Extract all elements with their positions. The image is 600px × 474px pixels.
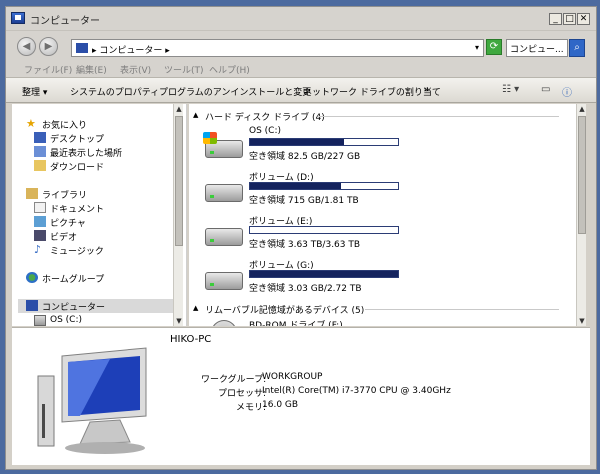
content-pane: ▲ ハード ディスク ドライブ (4) OS (C:) 空き領域 82.5 GB… bbox=[189, 104, 583, 326]
usage-bar bbox=[249, 138, 399, 146]
navigation-pane: ★ お気に入り デスクトップ 最近表示した場所 ダウンロード ライブラリ ドキュ… bbox=[12, 104, 187, 326]
usage-fill bbox=[250, 139, 345, 145]
workgroup-value: WORKGROUP bbox=[262, 372, 323, 382]
view-options-icon[interactable]: ☷ ▾ bbox=[502, 84, 519, 95]
processor-value: Intel(R) Core(TM) i7-3770 CPU @ 3.40GHz bbox=[262, 386, 451, 396]
sidebar-item-computer[interactable]: コンピューター bbox=[18, 299, 176, 313]
system-properties-button[interactable]: システムのプロパティ bbox=[70, 85, 159, 98]
content-scrollbar[interactable]: ▲ ▼ bbox=[576, 104, 586, 326]
collapse-icon[interactable]: ▲ bbox=[193, 111, 198, 119]
forward-button[interactable]: ▶ bbox=[39, 37, 58, 56]
refresh-button[interactable]: ⟳ bbox=[486, 39, 502, 55]
explorer-window: コンピューター _ □ ✕ ◀ ▶ ▸ コンピューター ▸ ▾ ⟳ コンピュー.… bbox=[5, 6, 597, 470]
drive-item[interactable]: ボリューム (G:) 空き領域 3.03 GB/2.72 TB bbox=[199, 258, 579, 302]
back-button[interactable]: ◀ bbox=[17, 37, 36, 56]
hard-drive-icon bbox=[205, 184, 243, 202]
search-input[interactable]: コンピュー... bbox=[506, 39, 568, 57]
organize-button[interactable]: 整理 ▾ bbox=[22, 85, 47, 98]
scroll-down-icon[interactable]: ▼ bbox=[174, 316, 184, 326]
hard-drive-icon bbox=[205, 272, 243, 290]
help-icon[interactable]: ⓘ bbox=[562, 84, 572, 99]
navigation-bar: ◀ ▶ ▸ コンピューター ▸ ▾ ⟳ コンピュー... ⌕ bbox=[6, 31, 596, 61]
menu-view[interactable]: 表示(V) bbox=[120, 63, 151, 76]
minimize-button[interactable]: _ bbox=[549, 13, 562, 25]
sidebar-scrollbar[interactable]: ▲ ▼ bbox=[173, 104, 183, 326]
collapse-icon[interactable]: ▲ bbox=[193, 304, 198, 312]
menu-edit[interactable]: 編集(E) bbox=[76, 63, 107, 76]
hard-drive-icon bbox=[34, 315, 46, 326]
pictures-icon bbox=[34, 216, 46, 227]
drive-item[interactable]: ボリューム (E:) 空き領域 3.63 TB/3.63 TB bbox=[199, 214, 579, 258]
drive-item[interactable]: ボリューム (D:) 空き領域 715 GB/1.81 TB bbox=[199, 170, 579, 214]
drive-item[interactable]: OS (C:) 空き領域 82.5 GB/227 GB bbox=[199, 126, 579, 170]
documents-icon bbox=[34, 202, 46, 213]
more-commands-button[interactable]: » bbox=[424, 85, 430, 95]
processor-label: プロセッサ: bbox=[218, 389, 267, 399]
windows-logo-icon bbox=[203, 132, 217, 144]
library-icon bbox=[26, 188, 38, 199]
computer-icon bbox=[26, 300, 38, 311]
divider bbox=[319, 116, 559, 117]
computer-icon bbox=[11, 12, 25, 24]
workgroup-label: ワークグループ: bbox=[201, 375, 267, 385]
divider bbox=[365, 309, 559, 310]
scroll-thumb[interactable] bbox=[175, 116, 183, 246]
search-icon[interactable]: ⌕ bbox=[569, 39, 585, 57]
details-pane: HIKO-PC ワークグループ: WORKGROUP プロセッサ: Intel(… bbox=[12, 327, 590, 465]
scroll-down-icon[interactable]: ▼ bbox=[577, 316, 587, 326]
desktop-icon bbox=[34, 132, 46, 143]
star-icon: ★ bbox=[26, 117, 36, 130]
homegroup-icon bbox=[26, 272, 38, 283]
address-dropdown-icon[interactable]: ▾ bbox=[475, 43, 479, 52]
address-bar[interactable]: ▸ コンピューター ▸ ▾ bbox=[71, 39, 484, 57]
map-network-drive-button[interactable]: ネットワーク ドライブの割り当て bbox=[303, 85, 441, 98]
window-title: コンピューター bbox=[30, 16, 100, 27]
usage-fill bbox=[250, 183, 341, 189]
preview-pane-icon[interactable]: ▭ bbox=[541, 84, 550, 95]
scroll-thumb[interactable] bbox=[578, 116, 586, 234]
menu-file[interactable]: ファイル(F) bbox=[24, 63, 72, 76]
computer-icon bbox=[76, 43, 88, 53]
usage-bar bbox=[249, 270, 399, 278]
hard-drive-icon bbox=[205, 228, 243, 246]
close-button[interactable]: ✕ bbox=[577, 13, 590, 25]
usage-bar bbox=[249, 182, 399, 190]
downloads-folder-icon bbox=[34, 160, 46, 171]
memory-value: 16.0 GB bbox=[262, 400, 299, 410]
menu-bar: ファイル(F) 編集(E) 表示(V) ツール(T) ヘルプ(H) bbox=[6, 61, 596, 77]
videos-icon bbox=[34, 230, 46, 241]
recent-places-icon bbox=[34, 146, 46, 157]
pc-name: HIKO-PC bbox=[170, 334, 212, 345]
computer-icon bbox=[37, 347, 147, 454]
scroll-up-icon[interactable]: ▲ bbox=[577, 104, 587, 114]
scroll-up-icon[interactable]: ▲ bbox=[174, 104, 184, 114]
title-bar: コンピューター _ □ ✕ bbox=[6, 7, 596, 31]
disc-drive-icon bbox=[211, 320, 237, 326]
command-bar: 整理 ▾ システムのプロパティ プログラムのアンインストールと変更 ネットワーク… bbox=[6, 77, 596, 103]
maximize-button[interactable]: □ bbox=[563, 13, 576, 25]
menu-help[interactable]: ヘルプ(H) bbox=[209, 63, 250, 76]
menu-tools[interactable]: ツール(T) bbox=[164, 63, 204, 76]
usage-bar bbox=[249, 226, 399, 234]
music-icon: ♪ bbox=[34, 243, 42, 256]
address-text[interactable]: ▸ コンピューター ▸ bbox=[92, 43, 170, 56]
usage-fill bbox=[250, 271, 398, 277]
uninstall-program-button[interactable]: プログラムのアンインストールと変更 bbox=[159, 85, 311, 98]
drive-item[interactable]: BD-ROM ドライブ (F:) bbox=[199, 318, 579, 326]
